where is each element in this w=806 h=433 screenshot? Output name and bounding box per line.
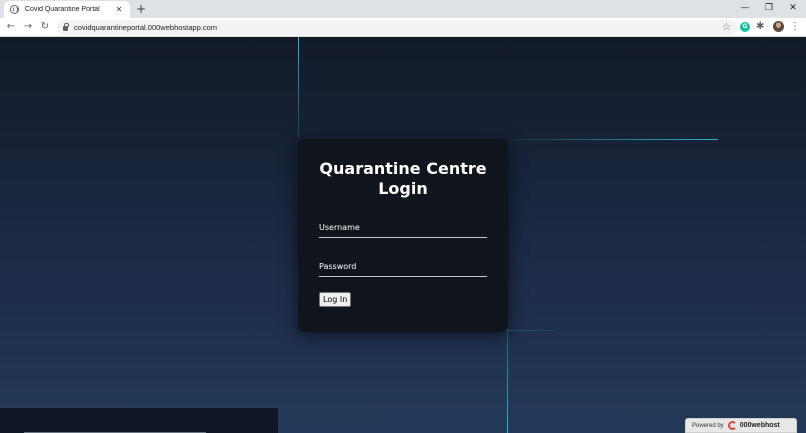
powered-by-text: Powered by [692, 422, 724, 429]
powered-by-badge[interactable]: Powered by 000webhost [685, 418, 797, 433]
decorative-line [510, 139, 718, 140]
webhost-brand-text: 000webhost [739, 422, 780, 429]
webhost-logo-icon [727, 421, 737, 430]
lock-icon[interactable] [63, 23, 69, 31]
login-button[interactable]: Log In [319, 292, 352, 307]
page-background: Quarantine Centre Login Log In Powered b… [0, 37, 806, 433]
browser-tab[interactable]: Covid Quarantine Portal ✕ [4, 1, 130, 18]
login-card: Quarantine Centre Login Log In [298, 139, 508, 332]
tab-title: Covid Quarantine Portal [25, 6, 100, 13]
more-menu-icon[interactable]: ⋮ [790, 19, 800, 35]
grammarly-extension-icon[interactable]: G [740, 22, 750, 32]
bookmark-star-icon[interactable]: ☆ [722, 20, 731, 35]
profile-avatar[interactable] [773, 21, 784, 32]
address-bar[interactable]: covidquarantineportal.000webhostapp.com … [57, 20, 737, 35]
url-text[interactable]: covidquarantineportal.000webhostapp.com [74, 23, 217, 32]
password-field-wrapper [319, 252, 487, 279]
globe-icon [10, 5, 19, 14]
forward-arrow-icon[interactable]: → [21, 19, 35, 35]
restore-icon[interactable]: ❐ [759, 1, 779, 15]
back-arrow-icon[interactable]: ← [4, 19, 18, 35]
username-input[interactable] [319, 213, 487, 238]
new-tab-icon[interactable]: + [136, 2, 146, 16]
login-title: Quarantine Centre Login [319, 159, 487, 198]
decorative-line [298, 37, 299, 137]
dark-footer-block [0, 408, 278, 433]
password-input[interactable] [319, 252, 487, 277]
extensions-puzzle-icon[interactable]: ✱ [756, 19, 764, 35]
reload-icon[interactable]: ↻ [38, 19, 52, 35]
close-tab-icon[interactable]: ✕ [114, 5, 124, 15]
login-form: Log In [319, 213, 487, 307]
decorative-line [507, 327, 508, 433]
tab-strip: Covid Quarantine Portal ✕ + — ❐ ✕ [0, 0, 806, 18]
username-field-wrapper [319, 213, 487, 240]
browser-toolbar: ← → ↻ covidquarantineportal.000webhostap… [0, 18, 806, 37]
minimize-icon[interactable]: — [735, 1, 755, 15]
window-close-icon[interactable]: ✕ [783, 1, 803, 15]
